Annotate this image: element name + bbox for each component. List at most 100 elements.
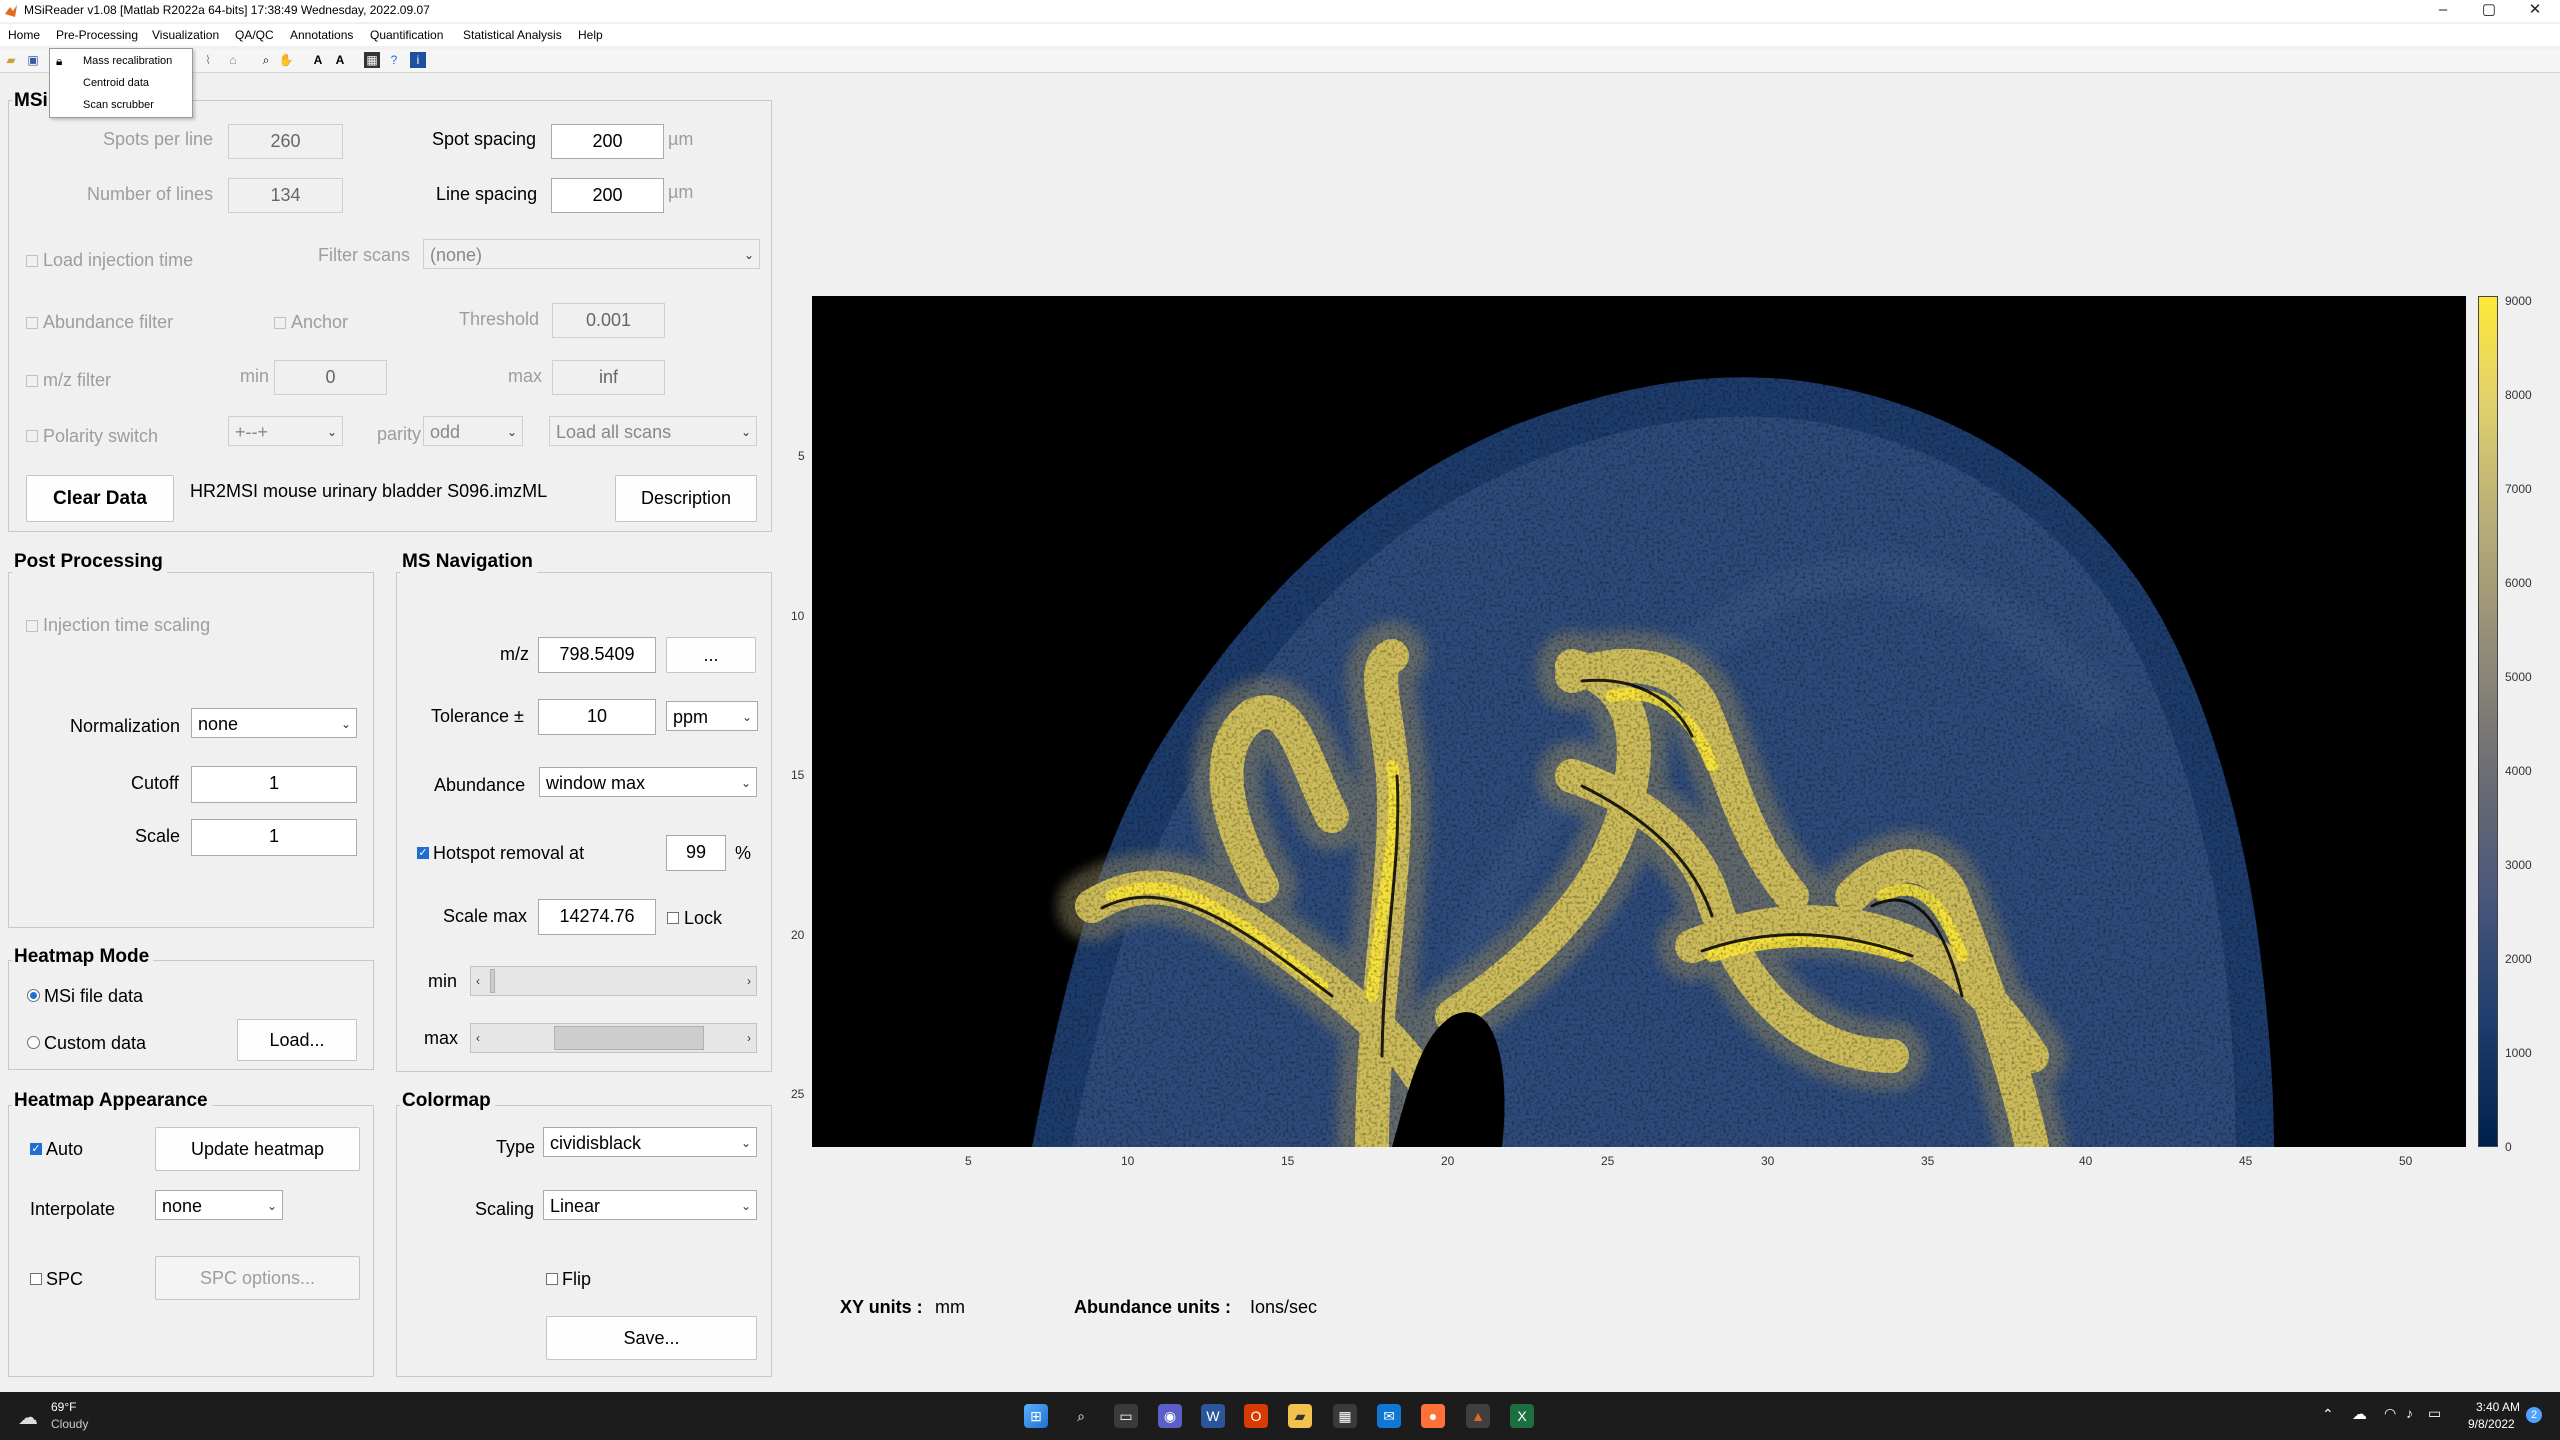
mz-field[interactable]: 798.5409 (538, 637, 656, 673)
volume-icon[interactable]: ♪ (2406, 1405, 2413, 1421)
lock-checkbox[interactable] (667, 912, 679, 924)
battery-icon[interactable]: ▭ (2428, 1405, 2441, 1422)
lock-icon: 🔒︎ (56, 54, 63, 68)
max-slider-thumb[interactable] (553, 1026, 704, 1050)
msi-file-data-radio[interactable] (27, 989, 40, 1002)
clock-date[interactable]: 9/8/2022 (2468, 1417, 2515, 1431)
window-title: MSiReader v1.08 [Matlab R2022a 64-bits] … (24, 3, 430, 17)
search-icon[interactable]: ⌕ (1069, 1404, 1093, 1428)
chart-icon[interactable]: ⌂ (225, 52, 241, 68)
pan-icon[interactable]: ✋ (278, 52, 294, 68)
firefox-icon[interactable]: ● (1421, 1404, 1445, 1428)
word-icon[interactable]: W (1201, 1404, 1225, 1428)
injection-time-scaling-label: Injection time scaling (43, 615, 211, 635)
mz-max-label: max (508, 366, 543, 386)
menu-help[interactable]: Help (578, 28, 603, 42)
update-heatmap-button[interactable]: Update heatmap (155, 1127, 360, 1171)
line-spacing-field[interactable]: 200 (551, 178, 664, 213)
abundance-dropdown[interactable]: window max ⌄ (539, 767, 757, 797)
menu-qa-qc[interactable]: QA/QC (235, 28, 274, 42)
info-icon[interactable]: i (410, 52, 426, 68)
polarity-value: +--+ (235, 422, 269, 442)
menu-item-centroid-data[interactable]: Centroid data (83, 77, 149, 89)
scale-field[interactable]: 1 (191, 819, 357, 856)
colormap-scaling-dropdown[interactable]: Linear ⌄ (543, 1190, 757, 1220)
colormap-type-dropdown[interactable]: cividisblack ⌄ (543, 1127, 757, 1157)
zoom-in-icon[interactable]: ⌕ (258, 52, 274, 68)
weather-desc[interactable]: Cloudy (51, 1417, 88, 1431)
menu-pre-processing[interactable]: Pre-Processing (56, 28, 138, 42)
min-slider[interactable]: ‹ › (470, 966, 757, 996)
weather-temp[interactable]: 69°F (51, 1400, 76, 1414)
menu-home[interactable]: Home (8, 28, 40, 42)
onedrive-icon[interactable]: ☁ (2352, 1405, 2367, 1423)
excel-icon[interactable]: X (1510, 1404, 1534, 1428)
matlab-icon[interactable]: ▲ (1466, 1404, 1490, 1428)
font-increase-icon[interactable]: A (310, 52, 326, 68)
start-icon[interactable]: ⊞ (1024, 1404, 1048, 1428)
slider-right-arrow-icon[interactable]: › (742, 1024, 756, 1052)
clock-time[interactable]: 3:40 AM (2476, 1400, 2520, 1414)
open-folder-icon[interactable]: ▰ (3, 52, 19, 68)
close-button[interactable]: ✕ (2512, 0, 2558, 22)
mz-min-field: 0 (274, 360, 387, 395)
task-view-icon[interactable]: ▭ (1114, 1404, 1138, 1428)
wifi-icon[interactable]: ◠ (2384, 1405, 2396, 1422)
menu-quantification[interactable]: Quantification (370, 28, 443, 42)
mail-icon[interactable]: ✉ (1377, 1404, 1401, 1428)
load-scans-value: Load all scans (556, 422, 672, 442)
store-icon[interactable]: ▦ (1333, 1404, 1357, 1428)
heatmap-mode-title: Heatmap Mode (12, 946, 154, 968)
menu-statistical-analysis[interactable]: Statistical Analysis (463, 28, 562, 42)
chevron-up-icon[interactable]: ⌃ (2322, 1406, 2334, 1423)
x-tick-label: 45 (2239, 1154, 2253, 1168)
custom-data-radio[interactable] (27, 1036, 40, 1049)
tolerance-unit-dropdown[interactable]: ppm ⌄ (666, 701, 758, 731)
hotspot-removal-label: Hotspot removal at (433, 843, 585, 863)
spc-checkbox[interactable] (30, 1273, 42, 1285)
clear-data-button[interactable]: Clear Data (26, 475, 174, 522)
y-tick-label: 20 (791, 928, 805, 942)
image-icon[interactable]: ▦ (364, 52, 380, 68)
file-explorer-icon[interactable]: ▰ (1288, 1404, 1312, 1428)
interpolate-dropdown[interactable]: none ⌄ (155, 1190, 283, 1220)
min-slider-thumb[interactable] (490, 969, 496, 993)
menu-item-mass-recalibration[interactable]: Mass recalibration (83, 55, 172, 67)
minimize-button[interactable]: – (2420, 0, 2466, 22)
normalization-dropdown[interactable]: none ⌄ (191, 708, 357, 738)
notification-badge[interactable]: 2 (2526, 1407, 2542, 1423)
flip-checkbox[interactable] (546, 1273, 558, 1285)
save-button[interactable]: Save... (546, 1316, 757, 1360)
help-icon[interactable]: ? (386, 52, 402, 68)
slider-left-arrow-icon[interactable]: ‹ (471, 1024, 485, 1052)
slider-left-arrow-icon[interactable]: ‹ (471, 967, 485, 995)
slider-right-arrow-icon[interactable]: › (742, 967, 756, 995)
font-decrease-icon[interactable]: A (332, 52, 348, 68)
chat-icon[interactable]: ◉ (1158, 1404, 1182, 1428)
office-icon[interactable]: O (1244, 1404, 1268, 1428)
heatmap-image[interactable] (812, 296, 2466, 1147)
hotspot-removal-field[interactable]: 99 (666, 835, 726, 871)
hotspot-removal-checkbox[interactable]: ✓ (417, 847, 429, 859)
tolerance-field[interactable]: 10 (538, 699, 656, 735)
spot-spacing-unit: µm (668, 129, 694, 149)
auto-checkbox[interactable]: ✓ (30, 1143, 42, 1155)
load-button[interactable]: Load... (237, 1019, 357, 1061)
save-icon[interactable]: ▣ (25, 52, 41, 68)
line-spacing-label: Line spacing (436, 184, 538, 204)
menu-visualization[interactable]: Visualization (152, 28, 219, 42)
cutoff-field[interactable]: 1 (191, 766, 357, 803)
mz-filter-label: m/z filter (43, 370, 112, 390)
spot-spacing-field[interactable]: 200 (551, 124, 664, 159)
tolerance-label: Tolerance ± (431, 706, 524, 726)
max-slider[interactable]: ‹ › (470, 1023, 757, 1053)
menu-annotations[interactable]: Annotations (290, 28, 353, 42)
mz-more-button[interactable]: ... (666, 637, 756, 673)
menu-item-scan-scrubber[interactable]: Scan scrubber (83, 99, 154, 111)
cloud-icon[interactable]: ☁ (18, 1405, 38, 1430)
y-tick-label: 10 (791, 609, 805, 623)
description-button[interactable]: Description (615, 475, 757, 522)
mass-spectrum-icon[interactable]: ⌇ (200, 52, 216, 68)
scale-max-field[interactable]: 14274.76 (538, 899, 656, 935)
maximize-button[interactable]: ▢ (2466, 0, 2512, 22)
